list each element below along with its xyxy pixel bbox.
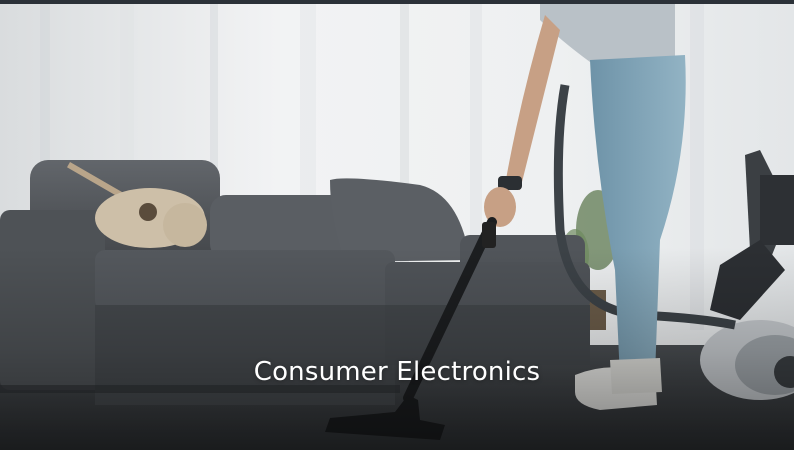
category-card-consumer-electronics[interactable]: Consumer Electronics bbox=[0, 0, 794, 450]
top-strip bbox=[0, 0, 794, 4]
category-title: Consumer Electronics bbox=[253, 357, 541, 387]
